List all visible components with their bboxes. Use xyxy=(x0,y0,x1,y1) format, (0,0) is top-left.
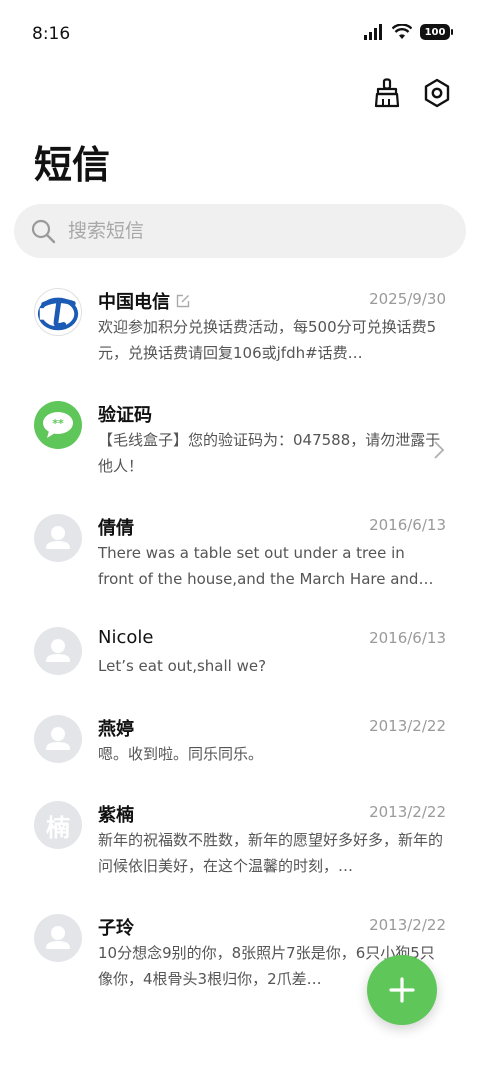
contact-name-text: 紫楠 xyxy=(98,805,134,826)
message-row-verification[interactable]: ** 验证码 【毛线盒子】您的验证码为：047588，请勿泄露于他人！ xyxy=(0,381,480,494)
avatar xyxy=(34,914,82,962)
chevron-right-icon xyxy=(434,441,445,459)
wifi-icon xyxy=(392,24,412,39)
avatar xyxy=(34,627,82,675)
message-date: 2013/2/22 xyxy=(369,803,446,821)
message-date: 2025/9/30 xyxy=(369,290,446,308)
contact-name-text: 燕婷 xyxy=(98,719,134,740)
avatar xyxy=(34,288,82,336)
settings-button[interactable] xyxy=(420,76,454,110)
contact-name: 紫楠 xyxy=(98,801,134,827)
message-row-nicole[interactable]: Nicole 2016/6/13 Let’s eat out,shall we? xyxy=(0,607,480,695)
contact-name: 验证码 xyxy=(98,401,152,427)
contact-name: Nicole xyxy=(98,627,153,648)
contact-name-text: Nicole xyxy=(98,627,154,648)
message-row-yanting[interactable]: 燕婷 2013/2/22 嗯。收到啦。同乐同乐。 xyxy=(0,695,480,781)
message-preview: 新年的祝福数不胜数，新年的愿望好多好多，新年的问候依旧美好，在这个温馨的时刻，… xyxy=(98,831,444,875)
status-time: 8:16 xyxy=(32,24,71,44)
clean-button[interactable] xyxy=(370,76,404,110)
battery-level: 100 xyxy=(424,26,446,38)
message-preview: 嗯。收到啦。同乐同乐。 xyxy=(98,745,264,763)
search-bar[interactable] xyxy=(14,204,466,258)
plus-icon xyxy=(389,977,415,1003)
contact-name: 子玲 xyxy=(98,914,134,940)
contact-name-text: 倩倩 xyxy=(98,518,134,539)
message-list: 中国电信 2025/9/30 欢迎参加积分兑换话费活动，每500分可兑换话费5元… xyxy=(0,268,480,1007)
person-icon xyxy=(46,526,70,549)
message-row-qianqian[interactable]: 倩倩 2016/6/13 There was a table set out u… xyxy=(0,494,480,607)
status-icons: 100 xyxy=(364,24,453,40)
message-preview: There was a table set out under a tree i… xyxy=(98,544,434,588)
message-date: 2013/2/22 xyxy=(369,916,446,934)
settings-hexagon-icon xyxy=(424,78,450,108)
toolbar xyxy=(370,76,454,110)
message-bubble-icon: ** xyxy=(43,412,73,438)
person-icon xyxy=(46,926,70,949)
signal-icon xyxy=(364,24,382,40)
contact-name-text: 中国电信 xyxy=(98,292,170,313)
message-date: 2013/2/22 xyxy=(369,717,446,735)
message-row-china-telecom[interactable]: 中国电信 2025/9/30 欢迎参加积分兑换话费活动，每500分可兑换话费5元… xyxy=(0,268,480,381)
avatar-initial: 楠 xyxy=(46,813,70,842)
person-icon xyxy=(46,639,70,662)
message-row-zinan[interactable]: 楠 紫楠 2013/2/22 新年的祝福数不胜数，新年的愿望好多好多，新年的问候… xyxy=(0,781,480,894)
avatar: 楠 xyxy=(34,801,82,849)
contact-name: 燕婷 xyxy=(98,715,134,741)
edit-icon xyxy=(176,294,190,308)
message-preview: 欢迎参加积分兑换话费活动，每500分可兑换话费5元，兑换话费请回复106或jfd… xyxy=(98,318,437,362)
search-icon xyxy=(31,219,56,244)
contact-name-text: 验证码 xyxy=(98,405,152,426)
avatar xyxy=(34,715,82,763)
status-bar: 8:16 100 xyxy=(0,0,480,68)
contact-name: 倩倩 xyxy=(98,514,134,540)
avatar: ** xyxy=(34,401,82,449)
broom-icon xyxy=(374,78,400,108)
search-input[interactable] xyxy=(68,220,408,242)
battery-icon: 100 xyxy=(420,24,453,40)
person-icon xyxy=(46,727,70,750)
contact-name-text: 子玲 xyxy=(98,918,134,939)
china-telecom-logo xyxy=(37,297,79,331)
new-message-button[interactable] xyxy=(367,955,437,1025)
svg-text:**: ** xyxy=(52,417,64,430)
avatar xyxy=(34,514,82,562)
message-preview: 【毛线盒子】您的验证码为：047588，请勿泄露于他人！ xyxy=(98,431,441,475)
message-preview: Let’s eat out,shall we? xyxy=(98,657,267,675)
contact-name: 中国电信 xyxy=(98,288,190,314)
message-date: 2016/6/13 xyxy=(369,629,446,647)
page-title: 短信 xyxy=(34,142,111,187)
message-date: 2016/6/13 xyxy=(369,516,446,534)
